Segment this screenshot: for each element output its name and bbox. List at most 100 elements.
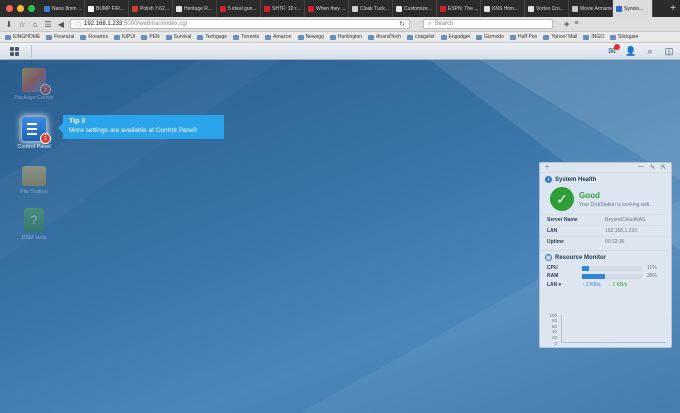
- browser-tab[interactable]: SHTF: 10 r...: [261, 0, 305, 17]
- tab-label: 5 ideal gun...: [228, 5, 257, 12]
- bookmark-item[interactable]: Gizmodo: [475, 34, 504, 40]
- tab-label: Cloak Tuck...: [360, 5, 389, 12]
- browser-tab[interactable]: When they ...: [305, 0, 349, 17]
- health-rows: Server Name BeyondCloudNAS LAN 192.168.1.23…: [540, 214, 671, 247]
- bookmark-folder-icon: [297, 34, 304, 40]
- bookmark-star-icon[interactable]: ☆: [18, 20, 26, 29]
- bookmark-folder-icon: [543, 34, 550, 40]
- bookmark-item[interactable]: IUPUI: [113, 34, 135, 40]
- bookmark-folder-icon: [509, 34, 516, 40]
- edit-widget-icon[interactable]: ✎: [650, 164, 655, 171]
- bookmark-item[interactable]: Huff Pon: [509, 34, 537, 40]
- bookmark-label: Engadget: [448, 34, 470, 40]
- health-row-key: LAN: [547, 228, 558, 234]
- search-placeholder: Search: [434, 21, 454, 27]
- bookmark-folder-icon: [475, 34, 482, 40]
- widget-panel-header: + — ✎ ⇱: [540, 163, 671, 173]
- bookmark-label: Firearms: [88, 34, 108, 40]
- bookmark-folder-icon: [440, 34, 447, 40]
- pin-widget-icon[interactable]: ⇱: [661, 164, 666, 171]
- bookmark-item[interactable]: Amazon: [265, 34, 292, 40]
- bookmark-item[interactable]: Newegg: [297, 34, 324, 40]
- bookmark-item[interactable]: Slickgate: [610, 34, 638, 40]
- address-bar[interactable]: ⓘ 192.168.1.233:5000/webman/index.cgi ↻: [70, 19, 410, 29]
- health-row-value: BeyondCloudNAS: [605, 217, 646, 223]
- graph-gridline: [562, 315, 667, 316]
- navigation-bar: ⬇ ☆ ⌂ ☰ ◀ ⓘ 192.168.1.233:5000/webman/in…: [0, 17, 680, 32]
- browser-tab[interactable]: BUMP F/R...: [85, 0, 129, 17]
- favicon-icon: [176, 5, 182, 12]
- main-menu-button[interactable]: [6, 44, 32, 58]
- widgets-icon[interactable]: ◫: [664, 46, 674, 56]
- graph-tick-label: 100: [549, 312, 557, 318]
- desktop-icon-package-center[interactable]: 5 Package Center: [11, 68, 57, 101]
- browser-tab[interactable]: 5 ideal gun...: [217, 0, 261, 17]
- bookmark-item[interactable]: PEN: [141, 34, 160, 40]
- bookmark-item[interactable]: Survival: [165, 34, 191, 40]
- bookmark-item[interactable]: Torrents: [233, 34, 259, 40]
- menu-icon[interactable]: ≡: [574, 20, 578, 28]
- site-info-icon[interactable]: ⓘ: [75, 20, 81, 29]
- bookmark-item[interactable]: AnandTech: [368, 34, 401, 40]
- search-icon: ⌕: [428, 20, 432, 27]
- package-center-icon: 5: [22, 68, 51, 95]
- system-health-title: i System Health: [540, 173, 671, 186]
- search-icon[interactable]: ⌕: [645, 46, 655, 56]
- tab-label: KNS Hitm...: [492, 5, 519, 12]
- bookmark-label: Torrents: [241, 34, 260, 40]
- bookmark-item[interactable]: Financial: [46, 34, 74, 40]
- tab-label: Polish 7.62...: [140, 5, 169, 12]
- browser-tab[interactable]: Vortex Cro...: [525, 0, 569, 17]
- tab-label: Synolo...: [624, 5, 644, 12]
- browser-tab[interactable]: Heritage R...: [173, 0, 217, 17]
- search-field[interactable]: ⌕ Search: [423, 19, 553, 29]
- browser-tab[interactable]: Cloak Tuck...: [349, 0, 393, 17]
- browser-tab[interactable]: Synolo...: [613, 0, 653, 17]
- bookmark-item[interactable]: KINGHOME: [5, 34, 40, 40]
- minimize-widget-icon[interactable]: —: [638, 164, 644, 171]
- tip-callout[interactable]: Tip 3 More settings are available at Con…: [58, 115, 224, 139]
- url-path: :5000/webman/index.cgi: [122, 21, 188, 27]
- cpu-bar-fill: [582, 265, 589, 271]
- desktop-icon-control-panel[interactable]: 1 Control Panel: [11, 117, 57, 150]
- graph-tick-label: 20: [551, 334, 557, 340]
- cpu-value: 11%: [647, 265, 657, 271]
- bookmark-folder-icon: [197, 34, 204, 40]
- lan-upload: ↑ 2 KB/s: [582, 282, 601, 288]
- download-icon[interactable]: ⬇: [5, 20, 13, 29]
- home-icon[interactable]: ⌂: [31, 20, 39, 29]
- add-widget-icon[interactable]: +: [545, 164, 549, 171]
- new-tab-button[interactable]: +: [666, 3, 680, 14]
- desktop-icon-file-station[interactable]: File Station: [11, 162, 57, 195]
- zoom-window-button[interactable]: [28, 5, 35, 12]
- bookmark-item[interactable]: INGO: [583, 34, 604, 40]
- bookmark-item[interactable]: Techgage: [197, 34, 227, 40]
- close-window-button[interactable]: [6, 5, 13, 12]
- user-icon[interactable]: 👤: [625, 46, 636, 56]
- bookmark-label: AnandTech: [376, 34, 402, 40]
- desktop-icon-dsm-help[interactable]: ? DSM Help: [11, 208, 57, 241]
- health-row: Server Name BeyondCloudNAS: [540, 214, 671, 225]
- browser-tab[interactable]: Customize...: [393, 0, 437, 17]
- history-icon[interactable]: ☰: [44, 20, 52, 29]
- bookmark-item[interactable]: craigslist: [407, 34, 435, 40]
- bookmark-item[interactable]: Huntington: [329, 34, 362, 40]
- shield-icon[interactable]: ◈: [564, 20, 569, 28]
- bookmark-item[interactable]: Firearms: [80, 34, 108, 40]
- minimize-window-button[interactable]: [17, 5, 24, 12]
- reload-icon[interactable]: ↻: [399, 20, 405, 28]
- bookmark-item[interactable]: Engadget: [440, 34, 470, 40]
- back-button[interactable]: ◀: [57, 20, 65, 29]
- bookmark-item[interactable]: Yahoo! Mail: [543, 34, 577, 40]
- browser-tab[interactable]: KNS Hitm...: [481, 0, 525, 17]
- browser-tab[interactable]: Polish 7.62...: [129, 0, 173, 17]
- resource-monitor-label: Resource Monitor: [555, 254, 607, 261]
- graph-tick-label: 60: [551, 323, 557, 329]
- bookmark-label: KINGHOME: [13, 34, 41, 40]
- browser-tab[interactable]: Nano 8mm ...: [41, 0, 85, 17]
- tab-label: Movie Armame...: [580, 5, 613, 12]
- browser-tab[interactable]: Movie Armame...: [569, 0, 613, 17]
- tab-strip: Nano 8mm ... BUMP F/R... Polish 7.62... Her…: [41, 0, 666, 17]
- notification-icon[interactable]: ✉: [607, 44, 620, 56]
- browser-tab[interactable]: ESPN: The ...: [437, 0, 481, 17]
